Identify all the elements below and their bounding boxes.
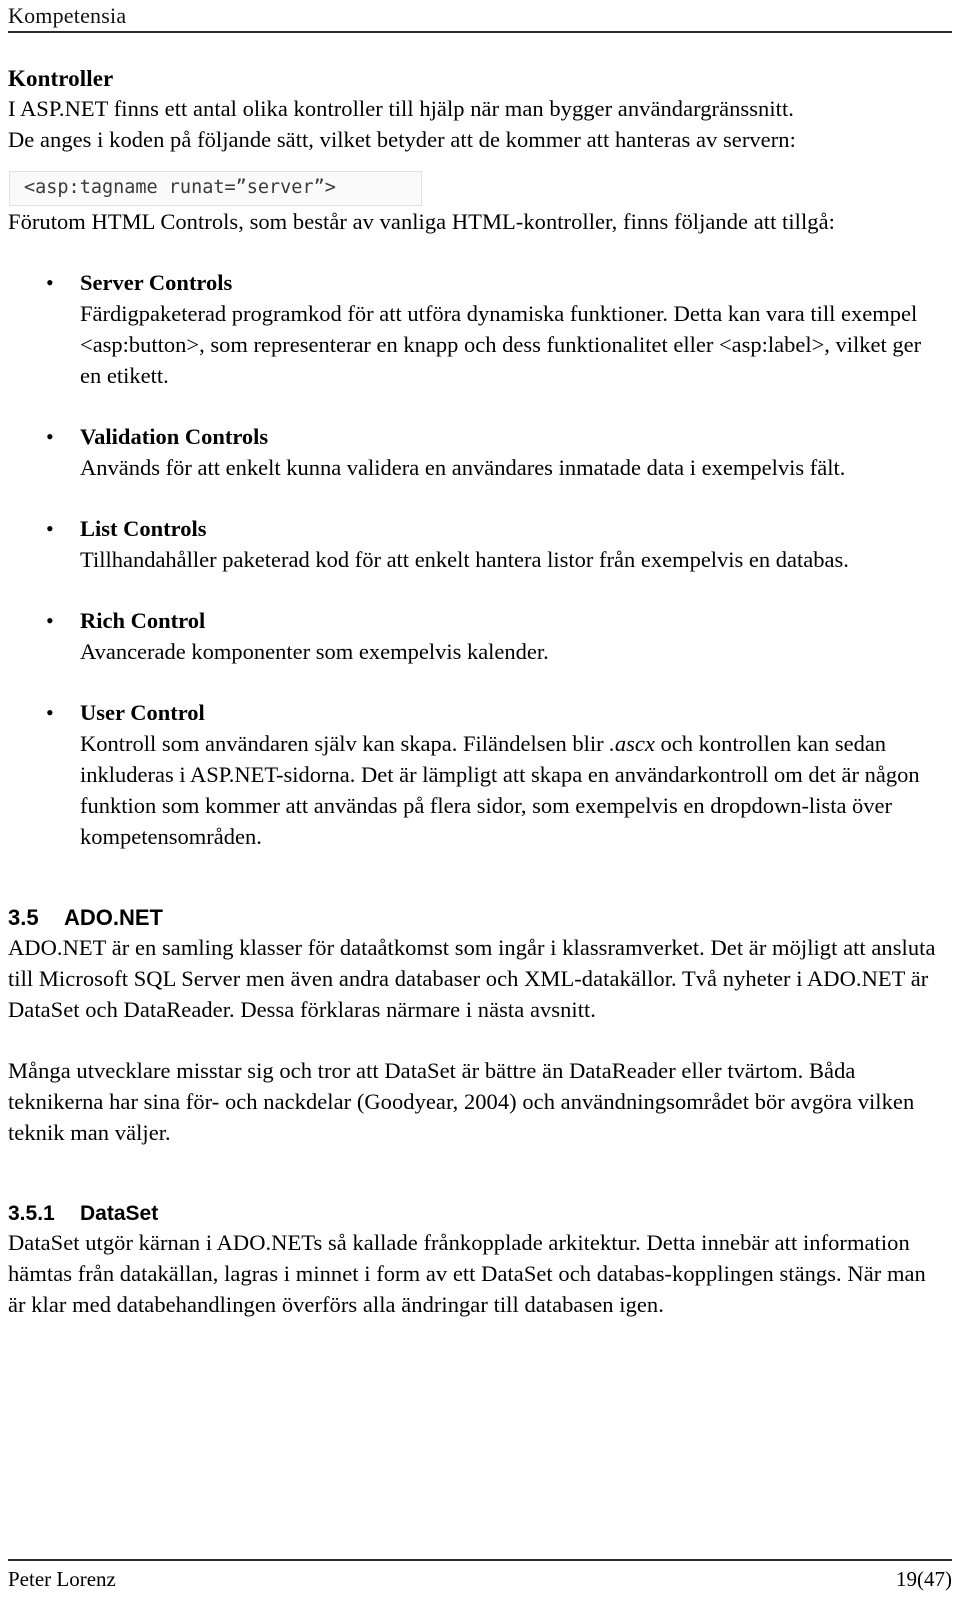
footer-author: Peter Lorenz bbox=[8, 1567, 116, 1591]
code-snippet-block: <asp:tagname runat=”server”> bbox=[9, 171, 422, 206]
kontroller-after-code-text: Förutom HTML Controls, som består av van… bbox=[8, 209, 835, 234]
bullet-body-user-control: Kontroll som användaren själv kan skapa.… bbox=[80, 728, 936, 852]
header-divider bbox=[8, 31, 952, 33]
footer-divider bbox=[8, 1559, 952, 1561]
document-page: Kompetensia Kontroller I ASP.NET finns e… bbox=[0, 0, 960, 1605]
user-control-text-part-1: Kontroll som användaren själv kan skapa.… bbox=[80, 731, 610, 756]
bullet-title-user-control: User Control bbox=[80, 700, 205, 725]
ado-net-paragraph-1: ADO.NET är en samling klasser för dataåt… bbox=[8, 935, 936, 1022]
bullet-icon: • bbox=[46, 608, 54, 633]
section-title-ado-net: ADO.NET bbox=[64, 905, 163, 930]
bullet-title-rich-control: Rich Control bbox=[80, 608, 206, 633]
list-item: • List Controls Tillhandahåller paketera… bbox=[8, 513, 936, 575]
section-heading-ado-net: 3.5 ADO.NET bbox=[8, 904, 936, 932]
bullet-icon: • bbox=[46, 700, 54, 725]
list-item: • Server Controls Färdigpaketerad progra… bbox=[8, 267, 936, 391]
user-control-file-extension: .ascx bbox=[609, 731, 655, 756]
list-item: • User Control Kontroll som användaren s… bbox=[8, 697, 936, 852]
kontroller-intro-line-2: De anges i koden på följande sätt, vilke… bbox=[8, 127, 796, 152]
page-header: Kompetensia bbox=[8, 2, 952, 33]
section-heading-kontroller: Kontroller bbox=[8, 66, 114, 91]
section-title-dataset: DataSet bbox=[80, 1202, 159, 1225]
bullet-title-list-controls: List Controls bbox=[80, 516, 207, 541]
bullet-body-list-controls: Tillhandahåller paketerad kod för att en… bbox=[80, 547, 849, 572]
bullet-title-validation-controls: Validation Controls bbox=[80, 424, 269, 449]
bullet-body-rich-control: Avancerade komponenter som exempelvis ka… bbox=[80, 639, 549, 664]
bullet-body-validation-controls: Används för att enkelt kunna validera en… bbox=[80, 455, 846, 480]
ado-net-paragraph-2: Många utvecklare misstar sig och tror at… bbox=[8, 1058, 915, 1145]
bullet-icon: • bbox=[46, 424, 54, 449]
bullet-icon: • bbox=[46, 516, 54, 541]
controls-bullet-list: • Server Controls Färdigpaketerad progra… bbox=[8, 267, 936, 852]
bullet-icon: • bbox=[46, 270, 54, 295]
page-footer: Peter Lorenz 19(47) bbox=[8, 1559, 952, 1593]
list-item: • Validation Controls Används för att en… bbox=[8, 421, 936, 483]
section-number-dataset: 3.5.1 bbox=[8, 1202, 55, 1225]
footer-row: Peter Lorenz 19(47) bbox=[8, 1565, 952, 1593]
kontroller-intro-line-1: I ASP.NET finns ett antal olika kontroll… bbox=[8, 96, 794, 121]
list-item: • Rich Control Avancerade komponenter so… bbox=[8, 605, 936, 667]
footer-page-number: 19(47) bbox=[896, 1567, 952, 1591]
dataset-paragraph-1: DataSet utgör kärnan i ADO.NETs så kalla… bbox=[8, 1230, 926, 1317]
bullet-body-server-controls: Färdigpaketerad programkod för att utför… bbox=[80, 301, 922, 388]
running-header-title: Kompetensia bbox=[8, 3, 127, 28]
section-heading-dataset: 3.5.1 DataSet bbox=[8, 1200, 936, 1227]
section-number-ado-net: 3.5 bbox=[8, 905, 39, 930]
bullet-title-server-controls: Server Controls bbox=[80, 270, 233, 295]
document-content: Kontroller I ASP.NET finns ett antal oli… bbox=[8, 64, 936, 1320]
